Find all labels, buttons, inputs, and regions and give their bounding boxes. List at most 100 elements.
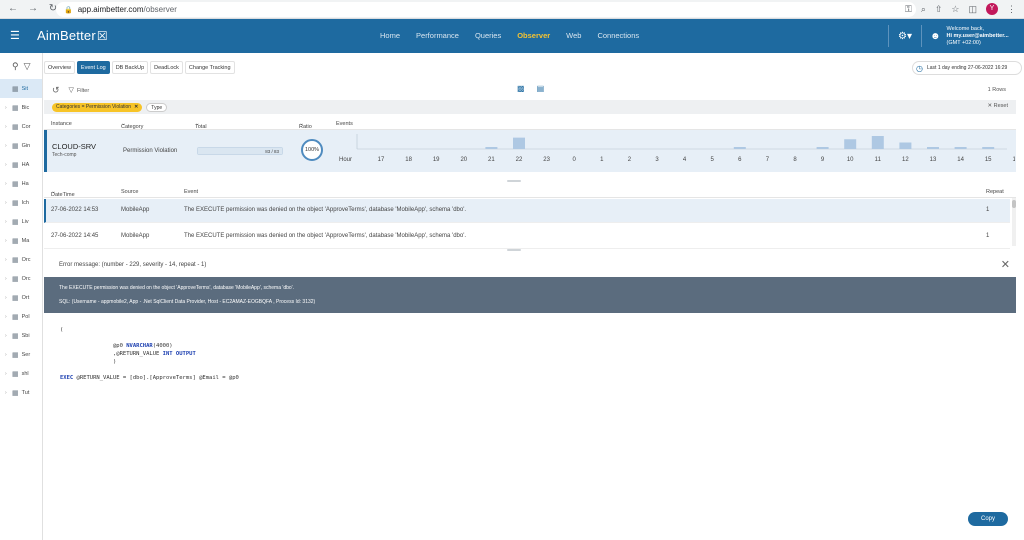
chart-bar[interactable] [871, 136, 884, 149]
chevron-right-icon[interactable]: › [5, 276, 9, 282]
chevron-right-icon[interactable]: › [5, 295, 9, 301]
address-bar[interactable]: 🔒 app.aimbetter.com/observer [56, 2, 916, 17]
chevron-right-icon[interactable]: › [5, 200, 9, 206]
col-datetime[interactable]: DateTime ⌄ [51, 189, 75, 198]
chevron-right-icon[interactable]: › [5, 352, 9, 358]
resize-handle[interactable] [507, 249, 521, 251]
nav-item-queries[interactable]: Queries [475, 31, 501, 40]
chevron-right-icon[interactable]: › [5, 333, 9, 339]
sidebar-item-label: Pol [21, 313, 30, 320]
chart-tick-label: 1 [600, 157, 604, 163]
chart-bar[interactable] [816, 147, 829, 149]
star-icon[interactable]: ☆ [951, 4, 959, 15]
sidebar-item[interactable]: › ▦ shl [0, 364, 42, 383]
chevron-right-icon[interactable]: › [5, 105, 9, 111]
event-row[interactable]: 27-06-2022 14:45 MobileApp The EXECUTE p… [44, 225, 1010, 249]
col-category[interactable]: Category ⌄ [121, 121, 143, 130]
copy-button[interactable]: Copy [968, 512, 1008, 526]
sidebar-item[interactable]: ▦ Sit [0, 79, 42, 98]
sidebar-item[interactable]: › ▦ Ich [0, 193, 42, 212]
sidepanel-icon[interactable]: ◫ [968, 4, 977, 15]
chevron-right-icon[interactable]: › [5, 162, 9, 168]
close-icon[interactable]: ✕ [1001, 258, 1010, 271]
sidebar-item[interactable]: › ▦ Sbi [0, 326, 42, 345]
sidebar-item[interactable]: › ▦ Orc [0, 269, 42, 288]
tab-event-log[interactable]: Event Log [76, 61, 110, 74]
resize-handle[interactable] [507, 180, 521, 182]
sidebar-item[interactable]: › ▦ Pol [0, 307, 42, 326]
sidebar-item[interactable]: › ▦ Tut [0, 383, 42, 402]
col-total-events[interactable]: Total Events ⌄ [195, 121, 212, 136]
chevron-right-icon[interactable]: › [5, 390, 9, 396]
reset-button[interactable]: ✕ Reset [987, 103, 1008, 109]
sidebar-item[interactable]: › ▦ Ha [0, 174, 42, 193]
chart-bar[interactable] [899, 142, 912, 150]
nav-item-home[interactable]: Home [380, 31, 400, 40]
sidebar-item[interactable]: › ▦ Gin [0, 136, 42, 155]
back-arrow-icon[interactable]: ← [6, 2, 20, 16]
chart-view-icon[interactable]: ▩ [517, 84, 525, 93]
menu-dots-icon[interactable]: ⋮ [1007, 4, 1016, 15]
funnel-icon[interactable]: ▽ [24, 61, 31, 72]
document-view-icon[interactable]: ▤ [537, 84, 545, 93]
chart-bar[interactable] [954, 147, 967, 149]
filter-label: Filter [76, 88, 90, 94]
chevron-right-icon[interactable]: › [5, 181, 9, 187]
tab-db-backup[interactable]: DB BackUp [111, 61, 149, 74]
chart-bar[interactable] [733, 147, 746, 149]
type-filter-chip[interactable]: Type [146, 102, 168, 112]
chart-bar[interactable] [485, 147, 498, 149]
chevron-right-icon[interactable]: › [5, 124, 9, 130]
chart-bar[interactable] [927, 147, 939, 149]
tab-overview[interactable]: Overview [44, 61, 75, 74]
close-icon[interactable]: ✕ [134, 104, 138, 110]
forward-arrow-icon[interactable]: → [26, 2, 40, 16]
chevron-right-icon[interactable]: › [5, 257, 9, 263]
sidebar-item-label: Orc [21, 256, 31, 263]
scrollbar-thumb[interactable] [1012, 200, 1016, 208]
event-row[interactable]: 27-06-2022 14:53 MobileApp The EXECUTE p… [44, 199, 1010, 223]
sidebar-item[interactable]: › ▦ Ma [0, 231, 42, 250]
key-icon[interactable]: ⚿ [905, 4, 912, 15]
events-scrollbar[interactable] [1012, 198, 1016, 246]
col-ratio[interactable]: Ratio ⌄ [299, 121, 312, 130]
chart-bar[interactable] [844, 139, 857, 149]
sidebar-item[interactable]: › ▦ Ser [0, 345, 42, 364]
sidebar-item[interactable]: › ▦ Liv [0, 212, 42, 231]
sidebar-item[interactable]: › ▦ Orc [0, 250, 42, 269]
nav-item-observer[interactable]: Observer [517, 31, 550, 40]
gear-icon[interactable]: ⚙▾ [898, 31, 912, 42]
chevron-right-icon[interactable]: › [5, 371, 9, 377]
nav-item-performance[interactable]: Performance [416, 31, 459, 40]
hamburger-menu-icon[interactable]: ☰ [10, 29, 20, 42]
col-instance[interactable]: Instance [51, 121, 72, 127]
share-icon[interactable]: ⇧ [935, 4, 943, 15]
chart-bar[interactable] [982, 147, 995, 149]
tab-change-tracking[interactable]: Change Tracking [184, 61, 235, 74]
date-range-picker[interactable]: ◷ Last 1 day ending 27-06-2022 16:29 [912, 61, 1022, 75]
sidebar-item[interactable]: › ▦ Cor [0, 117, 42, 136]
filter-button[interactable]: ▽ Filter [69, 86, 90, 94]
search-icon[interactable]: ⚲ [12, 61, 19, 72]
chevron-right-icon[interactable]: › [5, 219, 9, 225]
sidebar-item[interactable]: › ▦ Ort [0, 288, 42, 307]
url-path: /observer [143, 5, 177, 14]
tab-deadlock[interactable]: DeadLock [150, 61, 183, 74]
summary-row[interactable]: CLOUD-SRV Tech-comp Permission Violation… [44, 130, 1016, 172]
sidebar-item[interactable]: › ▦ Bic [0, 98, 42, 117]
chevron-right-icon[interactable]: › [5, 143, 9, 149]
rows-count: 1 Rows [987, 87, 1006, 93]
refresh-icon[interactable]: ↺ [52, 85, 60, 96]
logo-text: AimBetter [37, 28, 96, 43]
nav-item-connections[interactable]: Connections [597, 31, 639, 40]
nav-item-web[interactable]: Web [566, 31, 581, 40]
user-info[interactable]: Welcome back, Hi my.user@aimbetter... (G… [947, 26, 1009, 47]
profile-avatar[interactable]: Y [986, 3, 998, 15]
category-filter-chip[interactable]: Categories = Permission Violation ✕ [52, 102, 143, 112]
chevron-right-icon[interactable]: › [5, 238, 9, 244]
zoom-icon[interactable]: ⌕ [921, 4, 926, 15]
chart-bar[interactable] [513, 137, 525, 149]
sidebar-item[interactable]: › ▦ HA [0, 155, 42, 174]
chevron-right-icon[interactable]: › [5, 314, 9, 320]
user-icon[interactable]: ☻ [930, 31, 941, 42]
